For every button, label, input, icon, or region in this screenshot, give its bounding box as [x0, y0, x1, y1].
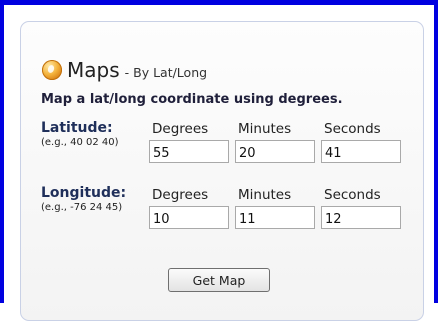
widget-title: Maps [67, 58, 120, 82]
latitude-seconds-input[interactable] [321, 140, 401, 163]
latitude-degrees-input[interactable] [149, 140, 229, 163]
widget-header: Maps - By Lat/Long [42, 58, 207, 82]
widget-subtitle: - By Lat/Long [124, 64, 208, 80]
longitude-degrees-header: Degrees [152, 187, 209, 203]
longitude-seconds-header: Seconds [324, 187, 381, 203]
get-map-button[interactable]: Get Map [168, 268, 270, 292]
latitude-example: (e.g., 40 02 40) [41, 137, 119, 148]
longitude-seconds-input[interactable] [321, 206, 401, 229]
longitude-minutes-input[interactable] [235, 206, 315, 229]
maps-globe-icon [42, 60, 62, 80]
page-frame: Maps - By Lat/Long Map a lat/long coordi… [0, 0, 438, 321]
longitude-degrees-input[interactable] [149, 206, 229, 229]
longitude-example: (e.g., -76 24 45) [41, 202, 123, 213]
instruction-text: Map a lat/long coordinate using degrees. [41, 92, 343, 107]
latitude-minutes-input[interactable] [235, 140, 315, 163]
longitude-label: Longitude: [41, 185, 127, 201]
latitude-minutes-header: Minutes [238, 121, 292, 137]
maps-widget-panel: Maps - By Lat/Long Map a lat/long coordi… [20, 21, 424, 321]
latitude-degrees-header: Degrees [152, 121, 209, 137]
latitude-label: Latitude: [41, 120, 113, 136]
longitude-minutes-header: Minutes [238, 187, 292, 203]
latitude-seconds-header: Seconds [324, 121, 381, 137]
